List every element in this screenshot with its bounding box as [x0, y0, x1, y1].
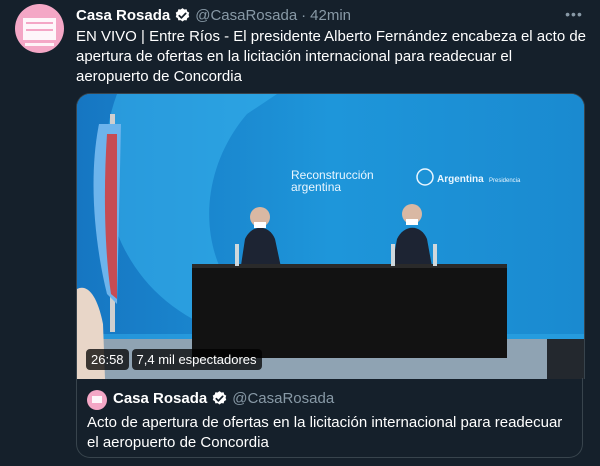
- banner-title-line2: argentina: [291, 180, 341, 194]
- quoted-author-handle[interactable]: @CasaRosada: [232, 390, 334, 407]
- video-duration: 26:58: [86, 349, 129, 370]
- more-options-icon[interactable]: •••: [563, 6, 585, 22]
- logo-subtext: Presidencia: [489, 178, 521, 184]
- quoted-author-name[interactable]: Casa Rosada: [113, 390, 207, 407]
- author-name[interactable]: Casa Rosada: [76, 7, 170, 24]
- tweet-text: EN VIVO | Entre Ríos - El presidente Alb…: [76, 28, 587, 85]
- quoted-header: Casa Rosada @CasaRosada: [113, 390, 334, 407]
- verified-badge-icon: [212, 391, 227, 405]
- speaker-left-mask: [254, 222, 266, 228]
- video-frame: Reconstrucción argentina Argentina Presi…: [77, 94, 584, 379]
- logo-text: Argentina: [437, 174, 484, 185]
- video-overlay: 26:58 7,4 mil espectadores: [86, 349, 262, 370]
- casa-rosada-building-icon: [23, 18, 56, 40]
- tweet[interactable]: Casa Rosada @CasaRosada · 42min ••• EN V…: [0, 0, 600, 466]
- verified-badge-icon: [175, 7, 190, 22]
- water-bottle: [235, 244, 239, 266]
- avatar[interactable]: [15, 4, 64, 53]
- quoted-avatar[interactable]: [87, 390, 107, 410]
- speaker-right-mask: [406, 219, 418, 225]
- quoted-text: Acto de apertura de ofertas en la licita…: [87, 414, 563, 451]
- timestamp[interactable]: 42min: [310, 7, 351, 24]
- avatar-wordmark: [25, 43, 54, 46]
- video-player[interactable]: Reconstrucción argentina Argentina Presi…: [76, 93, 585, 379]
- water-bottle: [433, 244, 437, 266]
- tweet-header: Casa Rosada @CasaRosada · 42min: [76, 6, 351, 24]
- separator-dot: ·: [301, 6, 307, 24]
- author-handle[interactable]: @CasaRosada: [195, 7, 297, 24]
- viewer-count: 7,4 mil espectadores: [131, 349, 262, 370]
- table: [192, 266, 507, 358]
- water-bottle: [391, 244, 395, 266]
- quoted-tweet[interactable]: Casa Rosada @CasaRosada Acto de apertura…: [76, 378, 583, 458]
